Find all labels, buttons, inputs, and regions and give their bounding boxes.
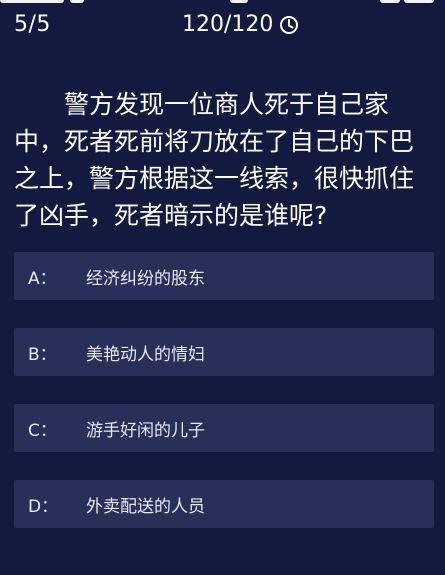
- status-bar-remnant: [0, 0, 445, 4]
- option-c-button[interactable]: C： 游手好闲的儿子: [14, 404, 434, 452]
- clock-icon: [280, 15, 299, 34]
- question-progress: 5/5: [14, 12, 51, 37]
- option-label: 游手好闲的儿子: [86, 420, 205, 441]
- countdown-timer: 120/120: [182, 12, 299, 37]
- timer-value: 120/120: [182, 12, 274, 37]
- quiz-header: 5/5 120/120: [0, 10, 445, 44]
- answer-options: A： 经济纠纷的股东 B： 美艳动人的情妇 C： 游手好闲的儿子 D： 外卖配送…: [14, 252, 434, 556]
- question-text: 警方发现一位商人死于自己家中，死者死前将刀放在了自己的下巴之上，警方根据这一线索…: [14, 90, 415, 230]
- option-label: 经济纠纷的股东: [86, 268, 205, 289]
- option-a-button[interactable]: A： 经济纠纷的股东: [14, 252, 434, 300]
- option-key: B：: [28, 344, 57, 365]
- option-key: D：: [28, 496, 59, 517]
- option-d-button[interactable]: D： 外卖配送的人员: [14, 480, 434, 528]
- option-key: A：: [28, 268, 57, 289]
- option-label: 外卖配送的人员: [86, 496, 205, 517]
- option-label: 美艳动人的情妇: [86, 344, 205, 365]
- option-b-button[interactable]: B： 美艳动人的情妇: [14, 328, 434, 376]
- option-key: C：: [28, 420, 57, 441]
